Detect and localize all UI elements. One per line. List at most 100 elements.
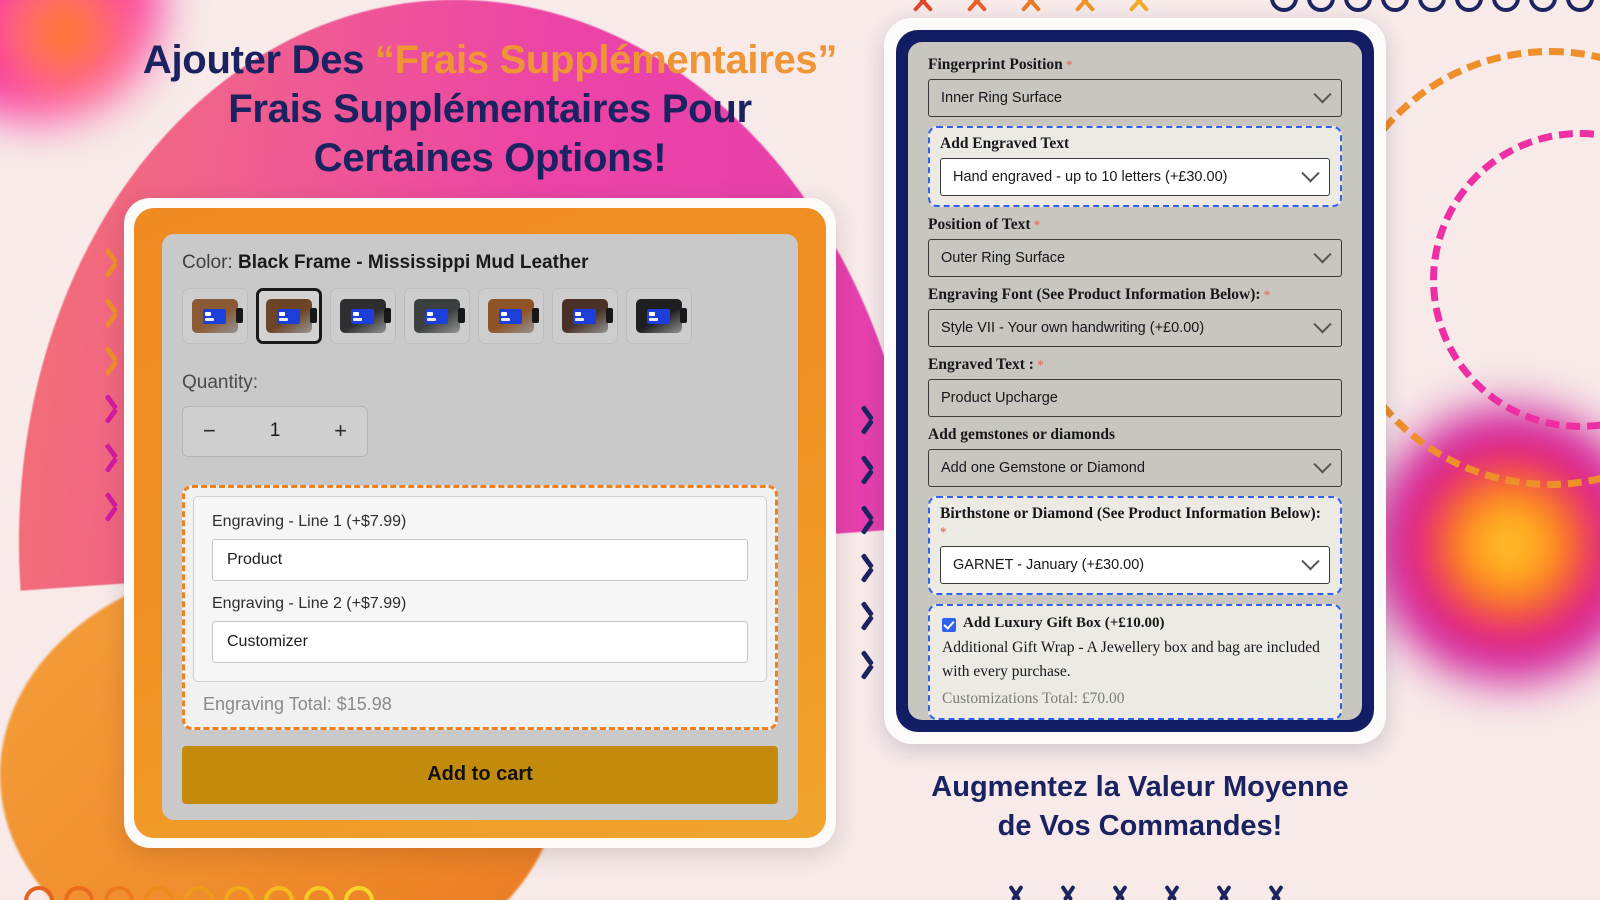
add-engraved-text-select[interactable]: Hand engraved - up to 10 letters (+£30.0… <box>940 158 1330 196</box>
gift-box-option[interactable]: Add Luxury Gift Box (+£10.00) Additional… <box>928 604 1342 720</box>
quantity-label: Quantity: <box>182 372 259 393</box>
circle-outline-icon <box>184 886 214 900</box>
birthstone-or-diamond-select[interactable]: GARNET - January (+£30.00) <box>940 546 1330 584</box>
circle-outline-icon <box>1455 0 1483 12</box>
chevron-down-icon <box>1109 886 1131 900</box>
engraving-font-value: Style VII - Your own handwriting (+£0.00… <box>941 320 1205 336</box>
sub-caption: Augmentez la Valeur Moyenne de Vos Comma… <box>880 768 1400 846</box>
birthstone-or-diamond-value: GARNET - January (+£30.00) <box>953 557 1145 573</box>
headline-prefix: Ajouter Des <box>142 38 375 82</box>
quantity-stepper[interactable]: − 1 + <box>182 406 368 457</box>
wallet-thumbnail-icon <box>562 299 613 333</box>
quantity-value[interactable]: 1 <box>270 420 281 442</box>
chevron-down-icon[interactable] <box>1313 244 1332 263</box>
product-options-panel: Color: Black Frame - Mississippi Mud Lea… <box>162 234 798 820</box>
chevron-down-icon[interactable] <box>1313 84 1332 103</box>
position-of-text-label: Position of Text * <box>928 216 1041 233</box>
circle-outline-icon <box>1307 0 1335 12</box>
add-engraved-text-highlight-box: Add Engraved Text Hand engraved - up to 1… <box>928 126 1342 207</box>
x-mark-icon <box>1018 0 1044 14</box>
page-title: Ajouter Des “Frais Supplémentaires” Frai… <box>60 36 920 182</box>
circle-outline-icon <box>24 886 54 900</box>
blue-card-icon <box>572 308 596 324</box>
engraving-line1-input[interactable]: Product <box>212 538 748 581</box>
add-engraved-text-value: Hand engraved - up to 10 letters (+£30.0… <box>953 169 1228 185</box>
customization-field-list: Fingerprint Position * Inner Ring Surface… <box>928 56 1342 604</box>
fingerprint-position-label: Fingerprint Position * <box>928 56 1073 73</box>
add-gemstones-or-diamonds-label: Add gemstones or diamonds <box>928 426 1116 443</box>
chevron-down-icon <box>1005 886 1027 900</box>
circle-outline-icon <box>104 886 134 900</box>
add-gemstones-or-diamonds-select[interactable]: Add one Gemstone or Diamond <box>928 449 1342 487</box>
circle-outline-icon <box>1344 0 1372 12</box>
required-asterisk-icon: * <box>940 524 947 539</box>
color-label: Color: <box>182 252 233 273</box>
color-swatch-list[interactable] <box>182 288 778 344</box>
color-swatch-7[interactable] <box>626 288 692 344</box>
engraving-line2-input[interactable]: Customizer <box>212 620 748 663</box>
chevron-down-icon[interactable] <box>1301 163 1320 182</box>
checkbox-checked-icon[interactable] <box>942 618 956 632</box>
circle-row-bottom-left <box>24 886 374 900</box>
position-of-text-select[interactable]: Outer Ring Surface <box>928 239 1342 277</box>
color-swatch-2[interactable] <box>256 288 322 344</box>
chevron-down-icon <box>1057 886 1079 900</box>
panel-form-body: Fingerprint Position * Inner Ring Surface… <box>908 42 1362 720</box>
chevron-down-icon <box>1161 886 1183 900</box>
chevron-down-icon[interactable] <box>1301 551 1320 570</box>
chevron-down-icon[interactable] <box>1313 454 1332 473</box>
customizations-total: Customizations Total: £70.00 <box>942 690 1125 708</box>
circle-outline-icon <box>1270 0 1298 12</box>
quantity-decrement-button[interactable]: − <box>203 418 216 444</box>
chevron-down-icon <box>1265 886 1287 900</box>
panel-navy-frame: Fingerprint Position * Inner Ring Surface… <box>896 30 1374 732</box>
engraving-total: Engraving Total: $15.98 <box>203 693 392 714</box>
color-swatch-4[interactable] <box>404 288 470 344</box>
add-to-cart-button[interactable]: Add to cart <box>182 745 778 804</box>
engraved-text-value: Product Upcharge <box>941 390 1058 406</box>
engraving-fields: Engraving - Line 1 (+$7.99) Product Engr… <box>193 495 767 682</box>
gift-box-description: Additional Gift Wrap - A Jewellery box a… <box>942 639 1320 681</box>
quantity-increment-button[interactable]: + <box>334 418 347 444</box>
circle-outline-icon <box>264 886 294 900</box>
color-swatch-3[interactable] <box>330 288 396 344</box>
fingerprint-position-select[interactable]: Inner Ring Surface <box>928 79 1342 117</box>
headline-line-1: Ajouter Des “Frais Supplémentaires” <box>60 36 920 85</box>
engraving-font-label: Engraving Font (See Product Information … <box>928 286 1271 303</box>
engraving-font-select[interactable]: Style VII - Your own handwriting (+£0.00… <box>928 309 1342 347</box>
blue-card-icon <box>276 308 300 324</box>
chevron-down-icon[interactable] <box>1313 314 1332 333</box>
customization-panel-right: Fingerprint Position * Inner Ring Surface… <box>884 18 1386 744</box>
color-swatch-5[interactable] <box>478 288 544 344</box>
wallet-thumbnail-icon <box>636 299 687 333</box>
gift-box-checkbox-row[interactable]: Add Luxury Gift Box (+£10.00) <box>942 615 1328 632</box>
color-swatch-1[interactable] <box>182 288 248 344</box>
required-asterisk-icon: * <box>1062 57 1073 72</box>
engraved-text-input[interactable]: Product Upcharge <box>928 379 1342 417</box>
circle-row-top-right <box>1270 0 1594 12</box>
blue-card-icon <box>498 308 522 324</box>
required-asterisk-icon: * <box>1033 357 1044 372</box>
circle-outline-icon <box>144 886 174 900</box>
x-mark-icon <box>1072 0 1098 14</box>
wallet-thumbnail-icon <box>414 299 465 333</box>
position-of-text-value: Outer Ring Surface <box>941 250 1066 266</box>
birthstone-or-diamond-label: Birthstone or Diamond (See Product Infor… <box>940 505 1321 539</box>
engraved-text-label: Engraved Text : * <box>928 356 1044 373</box>
chevron-down-icon <box>1213 886 1235 900</box>
circle-outline-icon <box>1492 0 1520 12</box>
add-gemstones-or-diamonds-value: Add one Gemstone or Diamond <box>941 460 1145 476</box>
sub-caption-line-2: de Vos Commandes! <box>997 810 1283 843</box>
product-card-orange-frame: Color: Black Frame - Mississippi Mud Lea… <box>134 208 826 838</box>
blue-card-icon <box>350 308 374 324</box>
circle-outline-icon <box>1381 0 1409 12</box>
wallet-thumbnail-icon <box>192 299 243 333</box>
engraving-line1-label: Engraving - Line 1 (+$7.99) <box>212 512 407 530</box>
product-card-left: Color: Black Frame - Mississippi Mud Lea… <box>124 198 836 848</box>
headline-line-3: Certaines Options! <box>313 135 667 180</box>
engraving-highlight-box: Engraving - Line 1 (+$7.99) Product Engr… <box>182 484 778 730</box>
color-swatch-6[interactable] <box>552 288 618 344</box>
wallet-thumbnail-icon <box>488 299 539 333</box>
blue-card-icon <box>202 308 226 324</box>
x-mark-icon <box>964 0 990 14</box>
